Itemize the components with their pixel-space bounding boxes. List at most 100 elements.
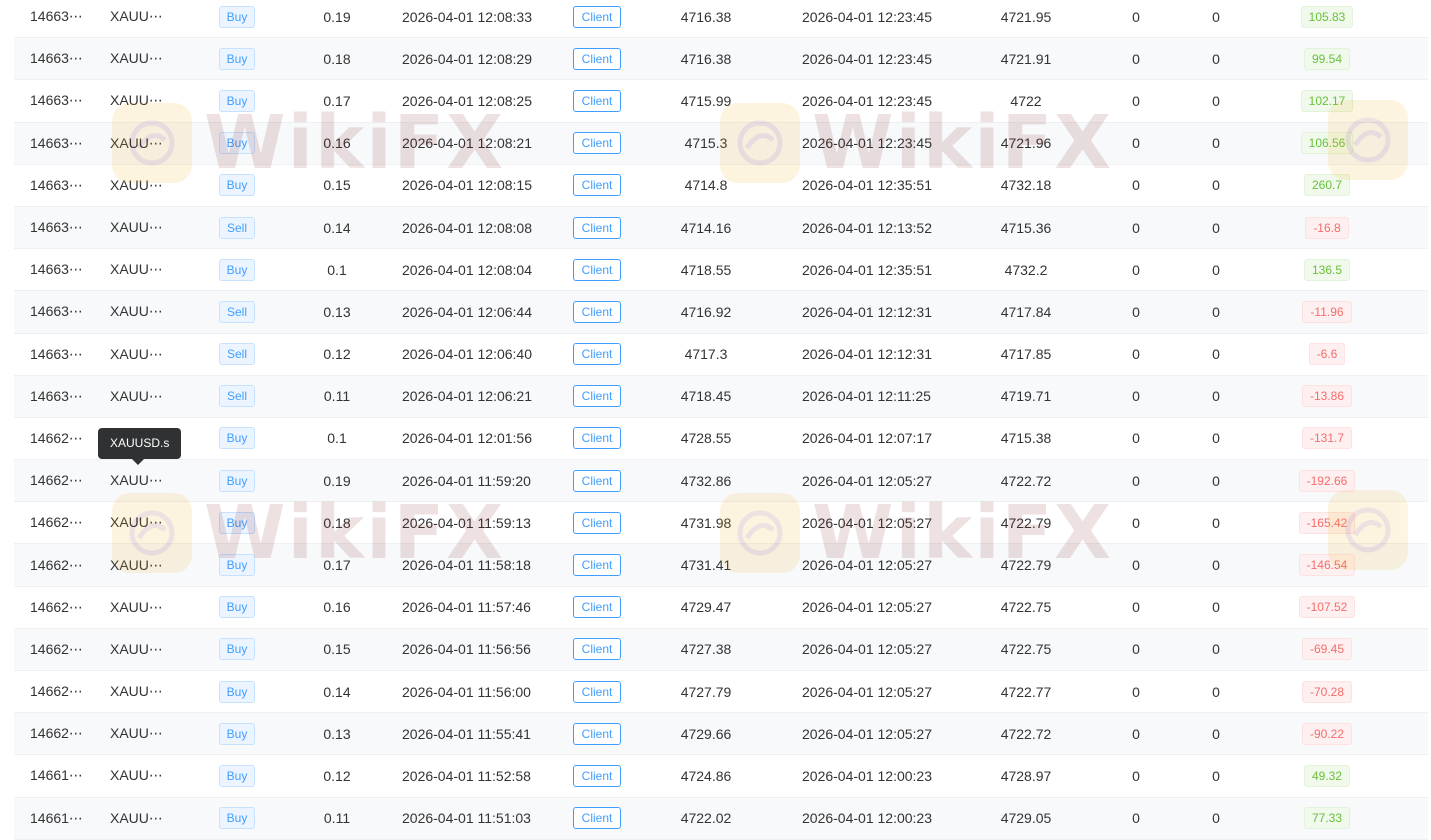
profit-tag: 49.32 bbox=[1303, 764, 1351, 787]
symbol[interactable]: XAUU⋯ bbox=[110, 514, 163, 531]
open-price: 4716.38 bbox=[680, 50, 732, 67]
profit-tag: 106.56 bbox=[1300, 132, 1354, 155]
order-id[interactable]: 14663⋯ bbox=[30, 177, 83, 194]
open-time-cell: 2026-04-01 12:08:25 bbox=[402, 80, 532, 121]
symbol[interactable]: XAUU⋯ bbox=[110, 683, 163, 700]
order-id[interactable]: 14663⋯ bbox=[30, 346, 83, 363]
commission: 0 bbox=[1212, 725, 1220, 742]
order-id[interactable]: 14663⋯ bbox=[30, 135, 83, 152]
profit-tag-cell: 77.33 bbox=[1284, 798, 1370, 839]
order-id[interactable]: 14662⋯ bbox=[30, 514, 83, 531]
symbol[interactable]: XAUU⋯ bbox=[110, 219, 163, 236]
order-id-cell: 14662⋯ bbox=[30, 587, 83, 628]
order-id[interactable]: 14662⋯ bbox=[30, 430, 83, 447]
table-row: 14662⋯ XAUU⋯ Buy 0.13 2026-04-01 11:55:41 Cli… bbox=[14, 713, 1428, 756]
open-price-cell: 4718.55 bbox=[666, 249, 746, 290]
order-id-cell: 14662⋯ bbox=[30, 418, 83, 459]
close-time: 2026-04-01 12:12:31 bbox=[802, 346, 932, 363]
order-id[interactable]: 14661⋯ bbox=[30, 810, 83, 827]
open-price-cell: 4717.3 bbox=[666, 334, 746, 375]
swap: 0 bbox=[1132, 683, 1140, 700]
trade-type-tag-cell: Sell bbox=[216, 207, 258, 248]
commission: 0 bbox=[1212, 135, 1220, 152]
commission-cell: 0 bbox=[1196, 587, 1236, 628]
commission: 0 bbox=[1212, 92, 1220, 109]
order-id[interactable]: 14662⋯ bbox=[30, 472, 83, 489]
symbol[interactable]: XAUU⋯ bbox=[110, 177, 163, 194]
symbol[interactable]: XAUU⋯ bbox=[110, 388, 163, 405]
open-price-cell: 4714.8 bbox=[666, 165, 746, 206]
volume-cell: 0.17 bbox=[306, 80, 368, 121]
close-time-cell: 2026-04-01 12:07:17 bbox=[802, 418, 932, 459]
profit-tag: 102.17 bbox=[1300, 89, 1354, 112]
profit-tag-cell: -90.22 bbox=[1284, 713, 1370, 754]
order-id[interactable]: 14662⋯ bbox=[30, 683, 83, 700]
swap-cell: 0 bbox=[1116, 123, 1156, 164]
source-tag-cell: Client bbox=[571, 713, 623, 754]
order-id-cell: 14663⋯ bbox=[30, 80, 83, 121]
profit-tag: -70.28 bbox=[1301, 680, 1353, 703]
close-time-cell: 2026-04-01 12:23:45 bbox=[802, 80, 932, 121]
table-row: 14663⋯ XAUU⋯ Sell 0.13 2026-04-01 12:06:44 Cl… bbox=[14, 291, 1428, 334]
symbol[interactable]: XAUU⋯ bbox=[110, 135, 163, 152]
order-id[interactable]: 14662⋯ bbox=[30, 641, 83, 658]
volume: 0.11 bbox=[323, 810, 351, 827]
order-id[interactable]: 14662⋯ bbox=[30, 725, 83, 742]
symbol[interactable]: XAUU⋯ bbox=[110, 767, 163, 784]
symbol-cell: XAUU⋯ bbox=[110, 38, 163, 79]
commission: 0 bbox=[1212, 430, 1220, 447]
commission: 0 bbox=[1212, 599, 1220, 616]
close-time-cell: 2026-04-01 12:35:51 bbox=[802, 249, 932, 290]
close-price: 4721.91 bbox=[1000, 50, 1052, 67]
order-id[interactable]: 14663⋯ bbox=[30, 388, 83, 405]
symbol[interactable]: XAUU⋯ bbox=[110, 92, 163, 109]
order-id[interactable]: 14663⋯ bbox=[30, 261, 83, 278]
order-id[interactable]: 14662⋯ bbox=[30, 557, 83, 574]
swap: 0 bbox=[1132, 92, 1140, 109]
symbol[interactable]: XAUU⋯ bbox=[110, 50, 163, 67]
symbol[interactable]: XAUU⋯ bbox=[110, 557, 163, 574]
open-time-cell: 2026-04-01 11:56:00 bbox=[402, 671, 531, 712]
order-id[interactable]: 14661⋯ bbox=[30, 767, 83, 784]
symbol[interactable]: XAUU⋯ bbox=[110, 472, 163, 489]
commission-cell: 0 bbox=[1196, 249, 1236, 290]
profit-tag: 99.54 bbox=[1303, 47, 1351, 70]
order-id[interactable]: 14663⋯ bbox=[30, 50, 83, 67]
trade-type-tag-cell: Buy bbox=[216, 38, 258, 79]
close-time-cell: 2026-04-01 12:00:23 bbox=[802, 755, 932, 796]
table-row: 14663⋯ XAUU⋯ Buy 0.19 2026-04-01 12:08:33 Cli… bbox=[14, 0, 1428, 39]
symbol[interactable]: XAUU⋯ bbox=[110, 725, 163, 742]
symbol[interactable]: XAUU⋯ bbox=[110, 303, 163, 320]
order-id-cell: 14662⋯ bbox=[30, 502, 83, 543]
order-id[interactable]: 14663⋯ bbox=[30, 8, 83, 25]
trade-type-tag-cell: Buy bbox=[216, 544, 258, 585]
order-id[interactable]: 14663⋯ bbox=[30, 92, 83, 109]
order-id[interactable]: 14663⋯ bbox=[30, 219, 83, 236]
symbol[interactable]: XAUU⋯ bbox=[110, 346, 163, 363]
close-time: 2026-04-01 12:11:25 bbox=[802, 388, 931, 405]
symbol[interactable]: XAUU⋯ bbox=[110, 641, 163, 658]
profit-tag-cell: 105.83 bbox=[1284, 0, 1370, 37]
order-id[interactable]: 14663⋯ bbox=[30, 303, 83, 320]
symbol[interactable]: XAUU⋯ bbox=[110, 810, 163, 827]
swap-cell: 0 bbox=[1116, 249, 1156, 290]
commission-cell: 0 bbox=[1196, 755, 1236, 796]
commission: 0 bbox=[1212, 767, 1220, 784]
source-tag-cell: Client bbox=[571, 80, 623, 121]
close-price-cell: 4719.71 bbox=[986, 376, 1066, 417]
open-time: 2026-04-01 11:59:20 bbox=[402, 472, 531, 489]
order-id[interactable]: 14662⋯ bbox=[30, 599, 83, 616]
symbol-cell: XAUU⋯ bbox=[110, 460, 163, 501]
open-price-cell: 4727.38 bbox=[666, 629, 746, 670]
source-tag: Client bbox=[572, 300, 622, 323]
symbol[interactable]: XAUU⋯ bbox=[110, 8, 163, 25]
table-row: 14662⋯ XAUU⋯ Buy 0.17 2026-04-01 11:58:18 Cli… bbox=[14, 544, 1428, 587]
profit-tag-cell: 106.56 bbox=[1284, 123, 1370, 164]
symbol[interactable]: XAUU⋯ bbox=[110, 261, 163, 278]
close-time: 2026-04-01 12:07:17 bbox=[802, 430, 932, 447]
swap: 0 bbox=[1132, 177, 1140, 194]
symbol[interactable]: XAUU⋯ bbox=[110, 599, 163, 616]
close-price: 4717.85 bbox=[1000, 346, 1052, 363]
open-time: 2026-04-01 11:56:00 bbox=[402, 683, 531, 700]
close-time-cell: 2026-04-01 12:05:27 bbox=[802, 629, 932, 670]
